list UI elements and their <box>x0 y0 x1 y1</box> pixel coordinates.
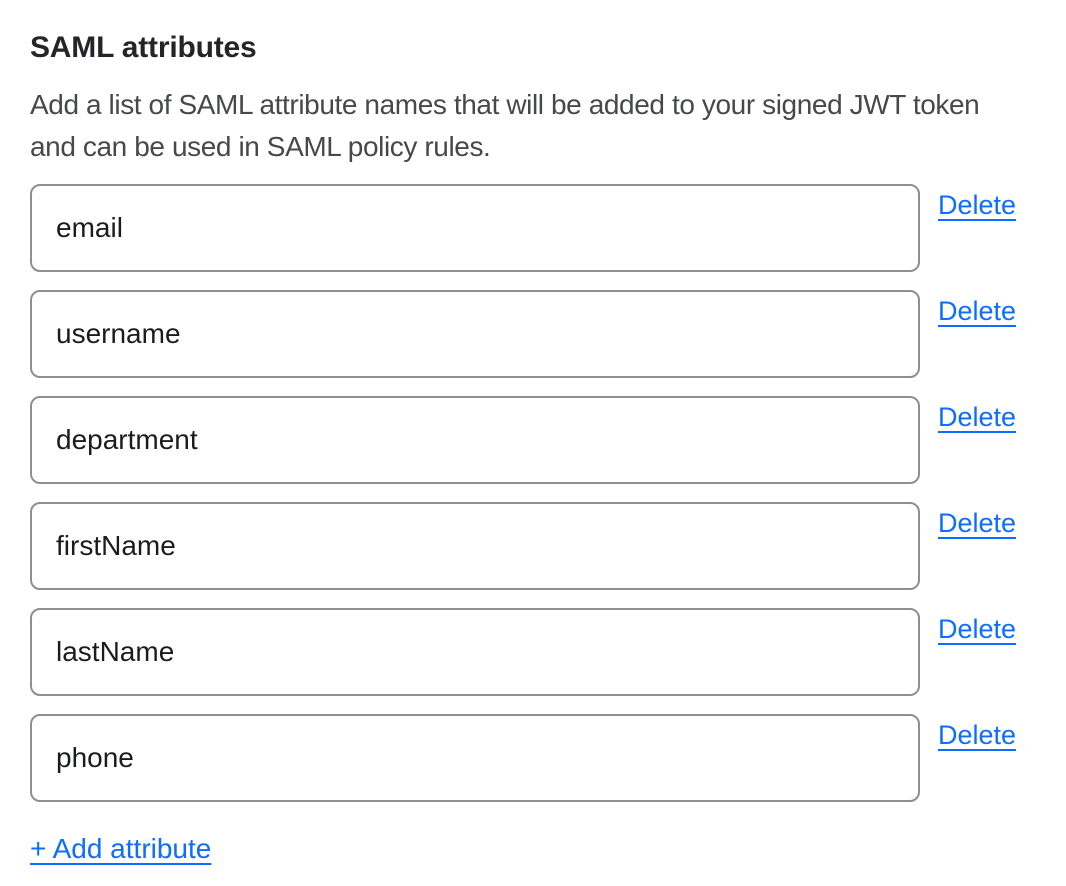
attribute-row: Delete <box>30 608 1023 696</box>
attribute-list: Delete Delete Delete Delete Delete Delet… <box>30 184 1023 802</box>
attribute-input-username[interactable] <box>30 290 920 378</box>
attribute-row: Delete <box>30 290 1023 378</box>
attribute-row: Delete <box>30 396 1023 484</box>
saml-attributes-section: SAML attributes Add a list of SAML attri… <box>0 0 1066 886</box>
attribute-row: Delete <box>30 184 1023 272</box>
delete-attribute-link[interactable]: Delete <box>938 720 1016 750</box>
attribute-row: Delete <box>30 714 1023 802</box>
delete-attribute-link[interactable]: Delete <box>938 402 1016 432</box>
delete-attribute-link[interactable]: Delete <box>938 614 1016 644</box>
add-attribute-link[interactable]: + Add attribute <box>30 832 211 866</box>
delete-attribute-link[interactable]: Delete <box>938 296 1016 326</box>
section-description: Add a list of SAML attribute names that … <box>30 84 1023 168</box>
attribute-row: Delete <box>30 502 1023 590</box>
attribute-input-lastname[interactable] <box>30 608 920 696</box>
section-title: SAML attributes <box>30 28 1023 68</box>
delete-attribute-link[interactable]: Delete <box>938 190 1016 220</box>
attribute-input-phone[interactable] <box>30 714 920 802</box>
attribute-input-email[interactable] <box>30 184 920 272</box>
delete-attribute-link[interactable]: Delete <box>938 508 1016 538</box>
attribute-input-firstname[interactable] <box>30 502 920 590</box>
attribute-input-department[interactable] <box>30 396 920 484</box>
